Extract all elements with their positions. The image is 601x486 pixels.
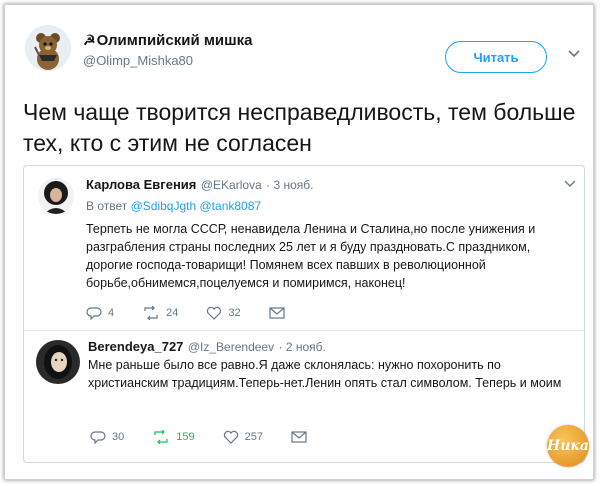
author-avatar[interactable] <box>25 25 71 71</box>
message-icon <box>291 431 307 443</box>
avatar[interactable] <box>36 340 80 384</box>
reply-context-prefix: В ответ <box>86 199 128 213</box>
reply-actions: 30 159 257 <box>90 430 341 444</box>
reply-count: 30 <box>112 431 125 443</box>
reply-icon <box>86 307 102 320</box>
reply-header: Berendeya_727 @Iz_Berendeev · 2 нояб. <box>88 338 326 356</box>
reply-button[interactable]: 4 <box>86 306 114 320</box>
person-avatar-icon <box>38 178 74 214</box>
reply-author-name[interactable]: Карлова Евгения <box>86 177 196 192</box>
reply-count: 4 <box>108 307 115 319</box>
like-icon <box>223 430 238 444</box>
thread-divider <box>24 330 584 331</box>
reply-button[interactable]: 30 <box>90 430 124 444</box>
reply-icon <box>90 431 106 444</box>
reply-text: Мне раньше было все равно.Я даже склонял… <box>88 358 562 390</box>
bear-avatar-icon <box>25 25 71 71</box>
reply-author-handle[interactable]: @EKarlova <box>201 178 262 192</box>
chevron-down-icon[interactable] <box>567 49 581 59</box>
chevron-down-icon[interactable] <box>564 180 576 188</box>
reply-actions: 4 24 32 <box>86 306 319 320</box>
reply-author-handle[interactable]: @Iz_Berendeev <box>188 340 274 354</box>
reply-author-name[interactable]: Berendeya_727 <box>88 339 183 354</box>
like-button[interactable]: 257 <box>223 430 263 444</box>
retweet-button[interactable]: 159 <box>152 430 195 444</box>
reply-header: Карлова Евгения @EKarlova · 3 нояб. <box>86 176 314 194</box>
watermark-logo: Ника <box>547 425 589 467</box>
follow-button[interactable]: Читать <box>445 41 547 73</box>
like-icon <box>207 306 222 320</box>
reply-text: Терпеть не могла СССР, ненавидела Ленина… <box>86 222 536 290</box>
author-name-text: Олимпийский мишка <box>96 32 253 49</box>
reply-date[interactable]: · 2 нояб. <box>279 340 326 354</box>
reply-date[interactable]: · 3 нояб. <box>266 178 313 192</box>
like-count: 32 <box>228 307 241 319</box>
like-button[interactable]: 32 <box>206 306 241 320</box>
author-name-prefix: ☭ <box>83 32 96 48</box>
tweet-frame: ☭Олимпийский мишка @Olimp_Mishka80 Читат… <box>4 4 594 480</box>
author-handle[interactable]: @Olimp_Mishka80 <box>83 52 253 70</box>
retweet-count: 159 <box>176 431 195 443</box>
author-block: ☭Олимпийский мишка @Olimp_Mishka80 <box>83 31 253 70</box>
embedded-thread[interactable]: Карлова Евгения @EKarlova · 3 нояб. В от… <box>23 165 585 463</box>
retweet-button[interactable]: 24 <box>142 306 178 320</box>
avatar[interactable] <box>38 178 74 214</box>
reply-context-mentions[interactable]: @SdibqJgth @tank8087 <box>131 199 261 213</box>
retweet-icon <box>154 430 168 444</box>
retweet-count: 24 <box>166 307 179 319</box>
person-avatar-icon <box>36 340 80 384</box>
message-icon <box>269 307 285 319</box>
message-button[interactable] <box>269 307 291 319</box>
tweet-text: Чем чаще творится несправедливость, тем … <box>23 99 576 156</box>
author-name[interactable]: ☭Олимпийский мишка <box>83 31 253 50</box>
retweet-icon <box>144 306 158 320</box>
reply-context: В ответ @SdibqJgth @tank8087 <box>86 199 261 213</box>
like-count: 257 <box>244 431 263 443</box>
message-button[interactable] <box>291 431 313 443</box>
